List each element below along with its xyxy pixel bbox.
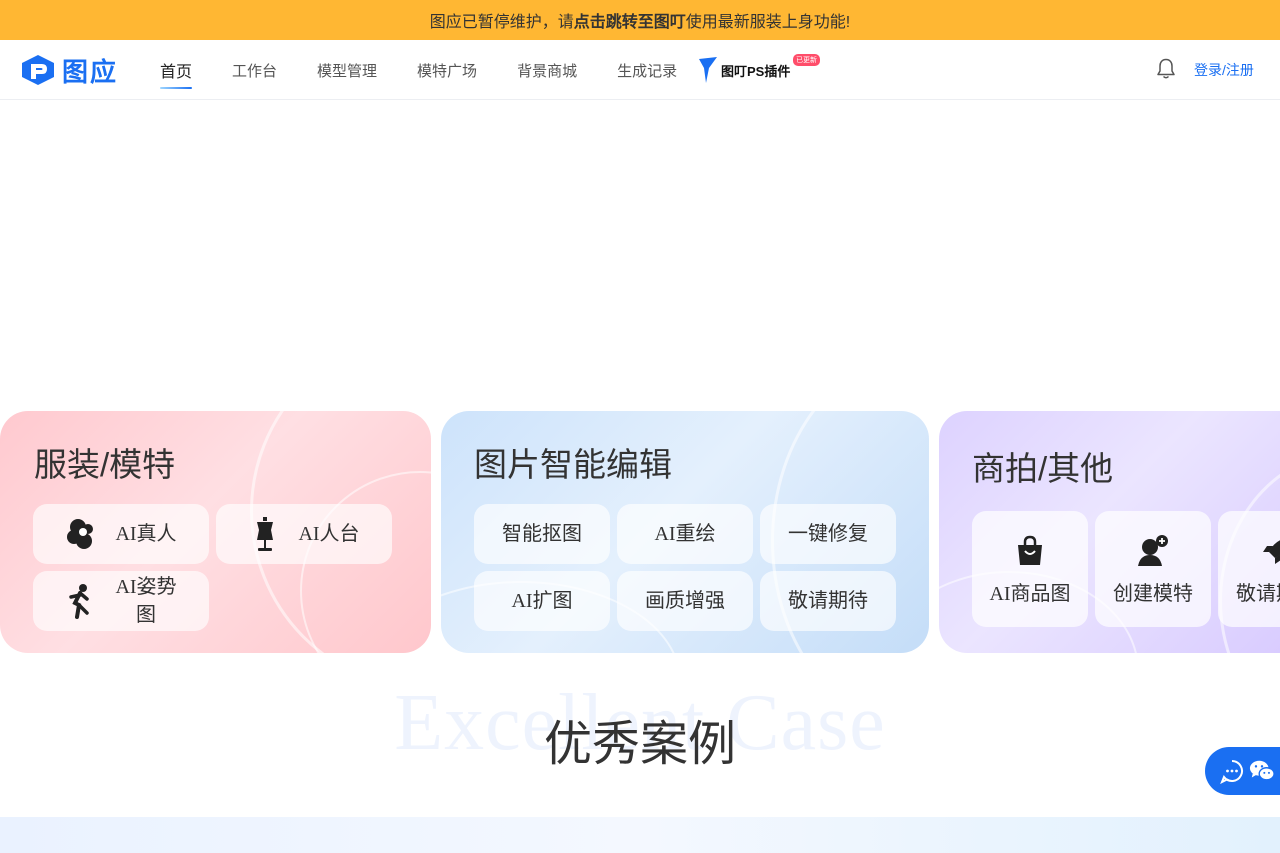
add-person-icon xyxy=(1135,533,1171,569)
commerce-other-card: 商拍/其他 AI商品图 创建模特 敬请期 xyxy=(939,411,1280,653)
nav-background-store[interactable]: 背景商城 xyxy=(517,40,577,100)
card-title: 商拍/其他 xyxy=(972,450,1114,487)
item-label: 智能抠图 xyxy=(502,523,582,545)
case-gallery-top xyxy=(0,817,1280,853)
coming-soon-tile[interactable]: 敬请期待 xyxy=(1218,511,1280,627)
shopping-bag-icon xyxy=(1012,533,1048,569)
item-label: 一键修复 xyxy=(788,523,868,545)
nav-generation-history[interactable]: 生成记录 xyxy=(617,40,677,100)
item-label: AI人台 xyxy=(298,523,360,545)
nav-model-plaza[interactable]: 模特广场 xyxy=(417,40,477,100)
logo-text: 图应 xyxy=(62,56,119,87)
item-label: AI重绘 xyxy=(654,523,716,545)
image-smart-edit-card: 图片智能编辑 智能抠图 AI重绘 一键修复 AI扩图 画质增强 敬请期待 xyxy=(441,411,929,653)
nav-home[interactable]: 首页 xyxy=(160,40,193,100)
item-label: 创建模特 xyxy=(1113,582,1193,605)
section-title: 优秀案例 xyxy=(543,718,736,771)
logo[interactable]: 图应 xyxy=(20,53,118,87)
item-label: 敬请期待 xyxy=(1236,582,1280,605)
ai-product-image-button[interactable]: AI商品图 xyxy=(972,511,1088,627)
banner-text-before: 图应已暂停维护，请 xyxy=(429,14,574,31)
rocket-icon xyxy=(1258,533,1280,569)
smart-cutout-button[interactable]: 智能抠图 xyxy=(474,504,610,564)
card-title: 图片智能编辑 xyxy=(474,446,672,483)
ps-plugin-link[interactable]: 图叮PS插件 已更新 xyxy=(697,52,820,88)
curly-hair-woman-icon xyxy=(65,517,99,551)
main-nav: 首页 工作台 模型管理 模特广场 背景商城 生成记录 xyxy=(160,40,717,100)
create-model-button[interactable]: 创建模特 xyxy=(1095,511,1211,627)
item-label: 画质增强 xyxy=(645,590,725,612)
quality-enhance-button[interactable]: 画质增强 xyxy=(617,571,753,631)
item-label: 敬请期待 xyxy=(788,590,868,612)
item-label: AI真人 xyxy=(115,523,177,545)
ai-real-person-button[interactable]: AI真人 xyxy=(33,504,209,564)
apparel-model-card: 服装/模特 AI真人 AI人台 AI姿势图 xyxy=(0,411,431,653)
banner-text-after: 使用最新服装上身功能! xyxy=(685,14,851,31)
item-label: AI商品图 xyxy=(989,582,1071,605)
plugin-label: 图叮PS插件 xyxy=(721,63,791,79)
floating-contact-button[interactable] xyxy=(1205,747,1280,795)
card-title: 服装/模特 xyxy=(34,446,176,483)
one-click-repair-button[interactable]: 一键修复 xyxy=(760,504,896,564)
plugin-badge: 已更新 xyxy=(793,54,820,66)
ai-mannequin-button[interactable]: AI人台 xyxy=(216,504,392,564)
banner-link[interactable]: 点击跳转至图叮 xyxy=(574,8,686,32)
nav-workbench[interactable]: 工作台 xyxy=(232,40,277,100)
ai-pose-button[interactable]: AI姿势图 xyxy=(33,571,209,631)
bell-icon[interactable] xyxy=(1154,57,1178,81)
mannequin-icon xyxy=(248,517,282,551)
item-label: AI扩图 xyxy=(511,590,573,612)
item-label: AI姿势图 xyxy=(115,576,177,626)
plugin-logo-icon xyxy=(699,57,717,83)
ai-expand-button[interactable]: AI扩图 xyxy=(474,571,610,631)
chat-bubble-icon[interactable] xyxy=(1219,758,1245,784)
login-register-link[interactable]: 登录/注册 xyxy=(1194,60,1254,80)
nav-model-management[interactable]: 模型管理 xyxy=(317,40,377,100)
maintenance-banner: 图应已暂停维护，请 点击跳转至图叮 使用最新服装上身功能! xyxy=(0,0,1280,40)
ai-repaint-button[interactable]: AI重绘 xyxy=(617,504,753,564)
logo-mark-icon xyxy=(22,55,54,85)
running-pose-icon xyxy=(63,584,97,619)
wechat-icon[interactable] xyxy=(1249,758,1275,784)
coming-soon-button[interactable]: 敬请期待 xyxy=(760,571,896,631)
top-header: 图应 首页 工作台 模型管理 模特广场 背景商城 生成记录 图叮PS插件 已更新 xyxy=(0,40,1280,100)
